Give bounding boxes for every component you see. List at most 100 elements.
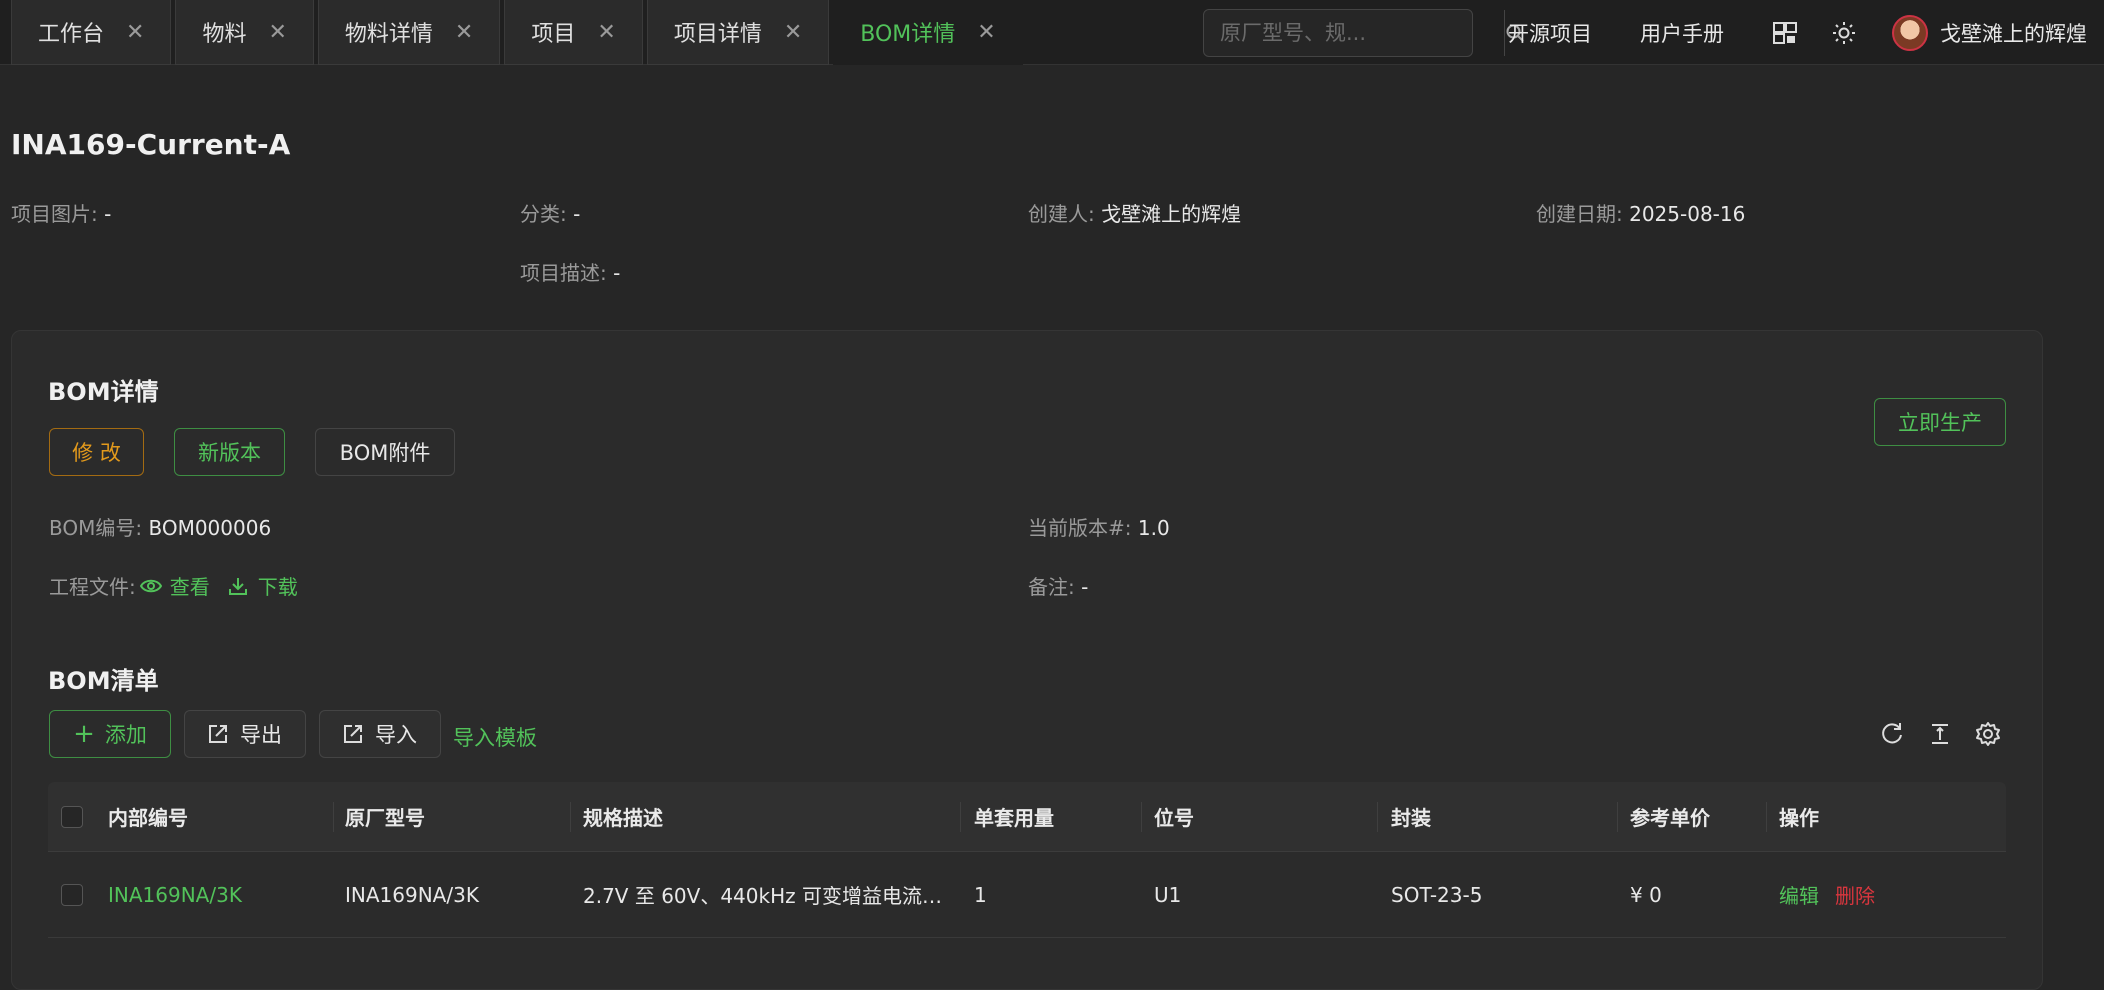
user-manual-link[interactable]: 用户手册 [1640,0,1724,65]
column-header[interactable]: 规格描述 [583,802,663,831]
download-label: 下载 [257,575,298,599]
bom-number-field: BOM编号: BOM000006 [49,512,271,541]
engineering-files-field: 工程文件: 查看 下载 [49,571,298,600]
tab-label: 项目 [531,22,576,47]
field-value: 戈壁滩上的辉煌 [1101,202,1242,226]
field-label: 创建人: [1028,202,1095,226]
bom-table: 内部编号 原厂型号 规格描述 单套用量 位号 封装 参考单价 操作 INA169… [48,782,2006,938]
top-bar: 工作台 ✕ 物料 ✕ 物料详情 ✕ 项目 ✕ 项目详情 ✕ BOM详情 ✕ 原厂… [0,0,2104,65]
field-value: 1.0 [1137,516,1170,540]
export-label: 导出 [240,723,282,747]
refresh-icon [1882,723,1902,744]
mfr-part-cell: INA169NA/3K [345,882,479,907]
close-icon[interactable]: ✕ [977,20,995,45]
gear-icon [1976,722,2000,746]
close-icon[interactable]: ✕ [126,20,144,45]
import-button[interactable]: 导入 [319,710,441,758]
export-icon [209,725,227,743]
theme-sun-icon [1833,21,1855,44]
tab-label: 项目详情 [673,22,762,47]
field-label: 项目描述: [520,261,607,285]
download-file-link[interactable]: 下载 [228,571,298,600]
delete-row-link[interactable]: 删除 [1835,880,1875,909]
search-input[interactable] [1204,10,1504,56]
density-button[interactable] [1925,719,1955,749]
column-divider [570,802,571,832]
tab-material-detail[interactable]: 物料详情 ✕ [317,0,501,65]
column-header[interactable]: 参考单价 [1630,802,1710,831]
close-icon[interactable]: ✕ [597,20,615,45]
project-description-field: 项目描述: - [520,257,620,286]
tab-materials[interactable]: 物料 ✕ [175,0,314,65]
tab-bom-detail[interactable]: BOM详情 ✕ [833,0,1023,65]
field-label: 项目图片: [11,202,98,226]
field-value: 2025-08-16 [1629,202,1746,226]
theme-toggle-button[interactable] [1832,0,1856,65]
creator-field: 创建人: 戈壁滩上的辉煌 [1028,198,1241,227]
tab-workbench[interactable]: 工作台 ✕ [11,0,172,65]
column-divider [1766,802,1767,832]
column-header[interactable]: 位号 [1154,802,1194,831]
layout-icon [1773,21,1797,44]
table-row[interactable]: INA169NA/3K INA169NA/3K 2.7V 至 60V、440kH… [48,852,2006,938]
new-version-button[interactable]: 新版本 [174,428,285,476]
tab-projects[interactable]: 项目 ✕ [504,0,643,65]
tab-label: 物料 [202,22,247,47]
open-source-link[interactable]: 开源项目 [1508,0,1592,65]
field-label: 当前版本#: [1028,516,1132,540]
package-cell: SOT-23-5 [1391,882,1483,907]
column-header[interactable]: 原厂型号 [345,802,425,831]
download-icon [228,577,247,595]
field-value: BOM000006 [148,516,272,540]
category-field: 分类: - [520,198,580,227]
eye-icon [139,579,162,592]
refresh-button[interactable] [1877,719,1907,749]
add-button[interactable]: + 添加 [49,710,171,758]
field-label: 分类: [520,202,567,226]
import-template-link[interactable]: 导入模板 [453,722,537,752]
field-value: - [104,202,112,226]
close-icon[interactable]: ✕ [455,20,473,45]
edit-row-link[interactable]: 编辑 [1779,880,1819,909]
view-file-link[interactable]: 查看 [139,571,210,600]
field-label: 备注: [1028,575,1075,599]
user-menu[interactable]: 戈壁滩上的辉煌 [1892,0,2087,65]
column-header[interactable]: 封装 [1391,802,1431,831]
select-all-checkbox[interactable] [61,805,83,828]
tab-label: 物料详情 [344,22,433,47]
produce-now-button[interactable]: 立即生产 [1874,398,2006,446]
field-value: - [573,202,581,226]
current-version-field: 当前版本#: 1.0 [1028,512,1170,541]
bom-attachments-button[interactable]: BOM附件 [315,428,455,476]
column-divider [1617,802,1618,832]
import-label: 导入 [375,723,417,747]
layout-button[interactable] [1772,0,1798,65]
export-button[interactable]: 导出 [184,710,306,758]
table-header: 内部编号 原厂型号 规格描述 单套用量 位号 封装 参考单价 操作 [48,782,2006,852]
import-icon [344,725,362,743]
column-header: 操作 [1779,806,1819,830]
tab-label: 工作台 [38,22,105,47]
close-icon[interactable]: ✕ [784,20,802,45]
created-date-field: 创建日期: 2025-08-16 [1536,198,1745,227]
price-cell: ¥ 0 [1630,882,1662,907]
quantity-cell: 1 [974,882,987,907]
bom-list-title: BOM清单 [48,667,159,695]
column-header[interactable]: 内部编号 [108,802,188,831]
plus-icon: + [73,719,95,749]
column-height-icon [1932,724,1948,744]
field-value: - [1081,575,1089,599]
tab-project-detail[interactable]: 项目详情 ✕ [646,0,830,65]
column-divider [333,802,334,832]
note-field: 备注: - [1028,571,1088,600]
edit-button[interactable]: 修 改 [49,428,144,476]
internal-number-link[interactable]: INA169NA/3K [108,883,328,907]
settings-button[interactable] [1973,719,2003,749]
column-header[interactable]: 单套用量 [974,802,1054,831]
row-checkbox[interactable] [61,883,83,906]
close-icon[interactable]: ✕ [268,20,286,45]
column-divider [1141,802,1142,832]
add-label: 添加 [104,723,147,747]
tab-label: BOM详情 [860,22,956,47]
bom-section-title: BOM详情 [48,378,159,406]
